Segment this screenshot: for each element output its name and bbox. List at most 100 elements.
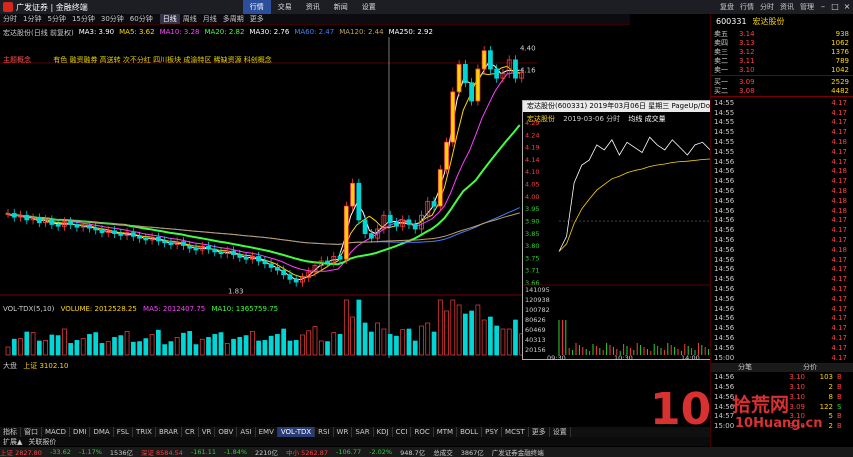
menu-item[interactable]: 新闻	[327, 0, 355, 14]
tick-list[interactable]: 14:55 4.17 14:55 4.17 14:55 4.17 14:55 4.17 14:5…	[711, 98, 853, 431]
menu-item[interactable]: 设置	[355, 0, 383, 14]
ask-row: 卖一 3.10 1042	[711, 65, 853, 74]
top-menu-item[interactable]: 资讯	[777, 2, 797, 12]
indicator-tab[interactable]: 窗口	[21, 427, 42, 437]
indicator-tab[interactable]: 指标	[0, 427, 21, 437]
period-tab[interactable]: 1分钟	[20, 14, 44, 24]
volume-bar	[356, 299, 362, 356]
period-tab[interactable]: 多周期	[220, 14, 247, 24]
candle-body	[337, 256, 343, 260]
top-menu-item[interactable]: 行情	[737, 2, 757, 12]
book-divider-2	[711, 96, 853, 97]
indicator-tab[interactable]: CCI	[393, 427, 412, 437]
candle-body	[212, 248, 218, 253]
volume-bar	[24, 331, 30, 356]
candle-body	[74, 224, 80, 228]
close-icon[interactable]: ×	[841, 1, 853, 13]
concept-label: 主题概念	[3, 56, 31, 64]
menu-item[interactable]: 行情	[242, 0, 271, 14]
volume-bar	[394, 335, 399, 356]
period-tab[interactable]: 月线	[200, 14, 220, 24]
watermark-url: 10Huang.cn	[735, 416, 823, 431]
indicator-tab[interactable]: VOL-TDX	[277, 427, 316, 437]
indicator-tab[interactable]: VR	[199, 427, 216, 437]
menu-item[interactable]: 资讯	[299, 0, 327, 14]
indicator-tab[interactable]: BOLL	[457, 427, 483, 437]
maximize-icon[interactable]: □	[829, 1, 841, 13]
ma-legend-item: MA250: 2.92	[388, 28, 433, 36]
tick-tab[interactable]: 分价	[776, 362, 841, 372]
volume-bar	[156, 329, 161, 356]
indicator-tab[interactable]: RSI	[315, 427, 334, 437]
minimize-icon[interactable]: –	[817, 1, 829, 13]
indicator-tab[interactable]: FSL	[114, 427, 133, 437]
candle-body	[287, 274, 293, 280]
stock-name: 宏达股份	[752, 17, 785, 26]
indicator-tab[interactable]: MACD	[42, 427, 70, 437]
indicator-tab[interactable]: DMA	[90, 427, 114, 437]
indicator-tab[interactable]: OBV	[215, 427, 238, 437]
indicator-tab[interactable]: ROC	[411, 427, 434, 437]
status-item: -33.62	[49, 448, 71, 456]
volume-bar	[425, 322, 431, 356]
indicator-tab[interactable]: KDJ	[374, 427, 393, 437]
tick-time: 14:56	[714, 255, 735, 264]
volume-bar	[387, 334, 393, 356]
volume-bar	[143, 338, 149, 356]
bid-row: 买二 3.08 4482	[711, 86, 853, 95]
indicator-tab[interactable]: CR	[182, 427, 199, 437]
tick-time: 14:56	[714, 304, 735, 313]
popup-vol-label: 80626	[525, 316, 546, 324]
price-label: 1.83	[228, 288, 244, 296]
period-tab[interactable]: 15分钟	[69, 14, 98, 24]
tick-tab[interactable]: 分笔	[711, 362, 776, 372]
indicator-tab[interactable]: EMV	[256, 427, 278, 437]
volume-bar	[343, 299, 349, 356]
volume-bar	[431, 331, 437, 356]
top-menu-item[interactable]: 复盘	[717, 2, 737, 12]
indicator-tab[interactable]: MCST	[502, 427, 529, 437]
kline-chart-panel[interactable]: 4.40 4.16 1.83 宏达股份(日线 前复权) MA3: 3.90 MA5: 3…	[0, 25, 537, 370]
period-tab[interactable]: 更多	[247, 14, 267, 24]
volume-bar	[300, 334, 305, 356]
trade-row: 14:56 3.10 103 B	[711, 372, 853, 382]
indicator-tab[interactable]: 更多	[529, 427, 550, 437]
popup-price-label: 4.24	[525, 131, 539, 139]
tick-row: 14:55 4.18	[711, 137, 853, 147]
volume-bar	[231, 338, 236, 356]
period-tab[interactable]: 30分钟	[98, 14, 127, 24]
volume-bar	[287, 340, 293, 356]
extension-tab[interactable]: 关联报价	[25, 437, 59, 447]
tick-time: 14:56	[714, 343, 735, 352]
period-tab[interactable]: 日线	[159, 14, 180, 24]
tick-price: 4.17	[831, 108, 847, 117]
indicator-tab[interactable]: MTM	[434, 427, 458, 437]
period-tab[interactable]: 周线	[180, 14, 200, 24]
top-menu-item[interactable]: 分时	[757, 2, 777, 12]
indicator-tab[interactable]: 设置	[550, 427, 571, 437]
tick-row: 14:56 4.17	[711, 274, 853, 284]
extension-tab[interactable]: 扩展▲	[0, 437, 25, 447]
indicator-tab[interactable]: TRIX	[133, 427, 156, 437]
indicator-tab[interactable]: SAR	[352, 427, 374, 437]
period-tab[interactable]: 60分钟	[127, 14, 156, 24]
indicator-tab[interactable]: PSY	[482, 427, 503, 437]
candle-body	[387, 214, 393, 224]
candle-body	[112, 230, 117, 234]
ask-book: 卖五 3.14 938 卖四 3.13 1062 卖三 3.12 1376 卖二 3.11 789 卖一…	[711, 29, 853, 74]
period-tab[interactable]: 5分钟	[44, 14, 68, 24]
volume-bar	[469, 310, 474, 356]
menu-item[interactable]: 交易	[271, 0, 299, 14]
tick-time: 15:00	[714, 353, 735, 362]
tick-price: 4.17	[831, 353, 847, 362]
indicator-tab[interactable]: DMI	[70, 427, 91, 437]
indicator-tab[interactable]: BRAR	[156, 427, 182, 437]
indicator-tab[interactable]: ASI	[237, 427, 256, 437]
tick-row: 14:56 4.17	[711, 255, 853, 265]
candle-body	[36, 217, 42, 223]
period-tab[interactable]: 分时	[0, 14, 20, 24]
volume-bar	[243, 335, 249, 356]
top-menu-item[interactable]: 管理	[797, 2, 817, 12]
tick-time: 14:55	[714, 98, 735, 107]
indicator-tab[interactable]: WR	[334, 427, 353, 437]
